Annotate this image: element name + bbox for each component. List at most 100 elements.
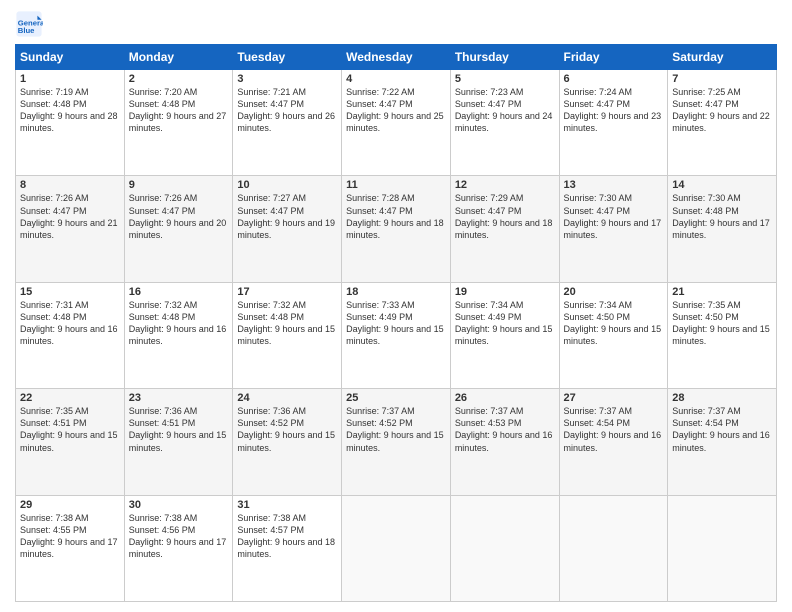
day-info: Sunrise: 7:37 AM Sunset: 4:54 PM Dayligh… (672, 405, 772, 454)
day-number: 24 (237, 392, 337, 404)
day-number: 1 (20, 73, 120, 85)
day-number: 17 (237, 286, 337, 298)
day-info: Sunrise: 7:20 AM Sunset: 4:48 PM Dayligh… (129, 86, 229, 135)
day-info: Sunrise: 7:19 AM Sunset: 4:48 PM Dayligh… (20, 86, 120, 135)
day-info: Sunrise: 7:28 AM Sunset: 4:47 PM Dayligh… (346, 192, 446, 241)
day-info: Sunrise: 7:34 AM Sunset: 4:49 PM Dayligh… (455, 299, 555, 348)
calendar-cell: 12 Sunrise: 7:29 AM Sunset: 4:47 PM Dayl… (450, 176, 559, 282)
calendar-cell (342, 495, 451, 601)
day-number: 8 (20, 179, 120, 191)
calendar-cell: 11 Sunrise: 7:28 AM Sunset: 4:47 PM Dayl… (342, 176, 451, 282)
weekday-header: Friday (559, 45, 668, 70)
day-number: 2 (129, 73, 229, 85)
day-number: 23 (129, 392, 229, 404)
day-info: Sunrise: 7:36 AM Sunset: 4:52 PM Dayligh… (237, 405, 337, 454)
day-number: 26 (455, 392, 555, 404)
day-info: Sunrise: 7:26 AM Sunset: 4:47 PM Dayligh… (129, 192, 229, 241)
calendar-week-row: 22 Sunrise: 7:35 AM Sunset: 4:51 PM Dayl… (16, 389, 777, 495)
weekday-header: Thursday (450, 45, 559, 70)
day-info: Sunrise: 7:32 AM Sunset: 4:48 PM Dayligh… (237, 299, 337, 348)
day-number: 5 (455, 73, 555, 85)
calendar-cell: 13 Sunrise: 7:30 AM Sunset: 4:47 PM Dayl… (559, 176, 668, 282)
day-info: Sunrise: 7:24 AM Sunset: 4:47 PM Dayligh… (564, 86, 664, 135)
calendar-cell: 9 Sunrise: 7:26 AM Sunset: 4:47 PM Dayli… (124, 176, 233, 282)
svg-text:Blue: Blue (18, 26, 35, 35)
weekday-header: Saturday (668, 45, 777, 70)
day-number: 11 (346, 179, 446, 191)
calendar-cell: 20 Sunrise: 7:34 AM Sunset: 4:50 PM Dayl… (559, 282, 668, 388)
calendar-cell: 5 Sunrise: 7:23 AM Sunset: 4:47 PM Dayli… (450, 70, 559, 176)
day-info: Sunrise: 7:35 AM Sunset: 4:50 PM Dayligh… (672, 299, 772, 348)
calendar-cell: 1 Sunrise: 7:19 AM Sunset: 4:48 PM Dayli… (16, 70, 125, 176)
day-number: 9 (129, 179, 229, 191)
calendar-cell (450, 495, 559, 601)
calendar-cell: 28 Sunrise: 7:37 AM Sunset: 4:54 PM Dayl… (668, 389, 777, 495)
weekday-header: Sunday (16, 45, 125, 70)
calendar-cell: 21 Sunrise: 7:35 AM Sunset: 4:50 PM Dayl… (668, 282, 777, 388)
day-number: 27 (564, 392, 664, 404)
calendar-cell: 25 Sunrise: 7:37 AM Sunset: 4:52 PM Dayl… (342, 389, 451, 495)
calendar-cell: 2 Sunrise: 7:20 AM Sunset: 4:48 PM Dayli… (124, 70, 233, 176)
calendar-cell: 22 Sunrise: 7:35 AM Sunset: 4:51 PM Dayl… (16, 389, 125, 495)
calendar-cell: 26 Sunrise: 7:37 AM Sunset: 4:53 PM Dayl… (450, 389, 559, 495)
day-number: 30 (129, 499, 229, 511)
day-number: 6 (564, 73, 664, 85)
calendar-cell: 24 Sunrise: 7:36 AM Sunset: 4:52 PM Dayl… (233, 389, 342, 495)
day-info: Sunrise: 7:37 AM Sunset: 4:52 PM Dayligh… (346, 405, 446, 454)
weekday-header: Tuesday (233, 45, 342, 70)
calendar-cell: 18 Sunrise: 7:33 AM Sunset: 4:49 PM Dayl… (342, 282, 451, 388)
calendar-cell (559, 495, 668, 601)
calendar-week-row: 15 Sunrise: 7:31 AM Sunset: 4:48 PM Dayl… (16, 282, 777, 388)
day-info: Sunrise: 7:37 AM Sunset: 4:54 PM Dayligh… (564, 405, 664, 454)
day-info: Sunrise: 7:36 AM Sunset: 4:51 PM Dayligh… (129, 405, 229, 454)
day-info: Sunrise: 7:38 AM Sunset: 4:57 PM Dayligh… (237, 512, 337, 561)
day-info: Sunrise: 7:33 AM Sunset: 4:49 PM Dayligh… (346, 299, 446, 348)
day-number: 15 (20, 286, 120, 298)
day-info: Sunrise: 7:27 AM Sunset: 4:47 PM Dayligh… (237, 192, 337, 241)
calendar-cell: 30 Sunrise: 7:38 AM Sunset: 4:56 PM Dayl… (124, 495, 233, 601)
day-number: 31 (237, 499, 337, 511)
day-info: Sunrise: 7:25 AM Sunset: 4:47 PM Dayligh… (672, 86, 772, 135)
day-number: 22 (20, 392, 120, 404)
day-info: Sunrise: 7:22 AM Sunset: 4:47 PM Dayligh… (346, 86, 446, 135)
day-number: 21 (672, 286, 772, 298)
day-info: Sunrise: 7:37 AM Sunset: 4:53 PM Dayligh… (455, 405, 555, 454)
day-number: 13 (564, 179, 664, 191)
calendar-cell: 3 Sunrise: 7:21 AM Sunset: 4:47 PM Dayli… (233, 70, 342, 176)
calendar-cell: 29 Sunrise: 7:38 AM Sunset: 4:55 PM Dayl… (16, 495, 125, 601)
day-info: Sunrise: 7:34 AM Sunset: 4:50 PM Dayligh… (564, 299, 664, 348)
day-info: Sunrise: 7:32 AM Sunset: 4:48 PM Dayligh… (129, 299, 229, 348)
day-number: 19 (455, 286, 555, 298)
day-info: Sunrise: 7:30 AM Sunset: 4:48 PM Dayligh… (672, 192, 772, 241)
page: General Blue SundayMondayTuesdayWednesda… (0, 0, 792, 612)
day-number: 20 (564, 286, 664, 298)
day-info: Sunrise: 7:26 AM Sunset: 4:47 PM Dayligh… (20, 192, 120, 241)
calendar-week-row: 29 Sunrise: 7:38 AM Sunset: 4:55 PM Dayl… (16, 495, 777, 601)
calendar-header-row: SundayMondayTuesdayWednesdayThursdayFrid… (16, 45, 777, 70)
calendar-cell: 27 Sunrise: 7:37 AM Sunset: 4:54 PM Dayl… (559, 389, 668, 495)
calendar-cell: 4 Sunrise: 7:22 AM Sunset: 4:47 PM Dayli… (342, 70, 451, 176)
day-info: Sunrise: 7:38 AM Sunset: 4:56 PM Dayligh… (129, 512, 229, 561)
calendar-table: SundayMondayTuesdayWednesdayThursdayFrid… (15, 44, 777, 602)
day-number: 14 (672, 179, 772, 191)
weekday-header: Monday (124, 45, 233, 70)
day-number: 10 (237, 179, 337, 191)
calendar-cell: 6 Sunrise: 7:24 AM Sunset: 4:47 PM Dayli… (559, 70, 668, 176)
logo-icon: General Blue (15, 10, 43, 38)
day-info: Sunrise: 7:38 AM Sunset: 4:55 PM Dayligh… (20, 512, 120, 561)
day-info: Sunrise: 7:31 AM Sunset: 4:48 PM Dayligh… (20, 299, 120, 348)
day-number: 12 (455, 179, 555, 191)
calendar-cell: 17 Sunrise: 7:32 AM Sunset: 4:48 PM Dayl… (233, 282, 342, 388)
day-info: Sunrise: 7:30 AM Sunset: 4:47 PM Dayligh… (564, 192, 664, 241)
header: General Blue (15, 10, 777, 38)
day-info: Sunrise: 7:35 AM Sunset: 4:51 PM Dayligh… (20, 405, 120, 454)
calendar-cell: 23 Sunrise: 7:36 AM Sunset: 4:51 PM Dayl… (124, 389, 233, 495)
weekday-header: Wednesday (342, 45, 451, 70)
calendar-cell: 31 Sunrise: 7:38 AM Sunset: 4:57 PM Dayl… (233, 495, 342, 601)
day-number: 16 (129, 286, 229, 298)
calendar-cell: 10 Sunrise: 7:27 AM Sunset: 4:47 PM Dayl… (233, 176, 342, 282)
day-number: 4 (346, 73, 446, 85)
calendar-cell (668, 495, 777, 601)
logo: General Blue (15, 10, 47, 38)
calendar-cell: 14 Sunrise: 7:30 AM Sunset: 4:48 PM Dayl… (668, 176, 777, 282)
